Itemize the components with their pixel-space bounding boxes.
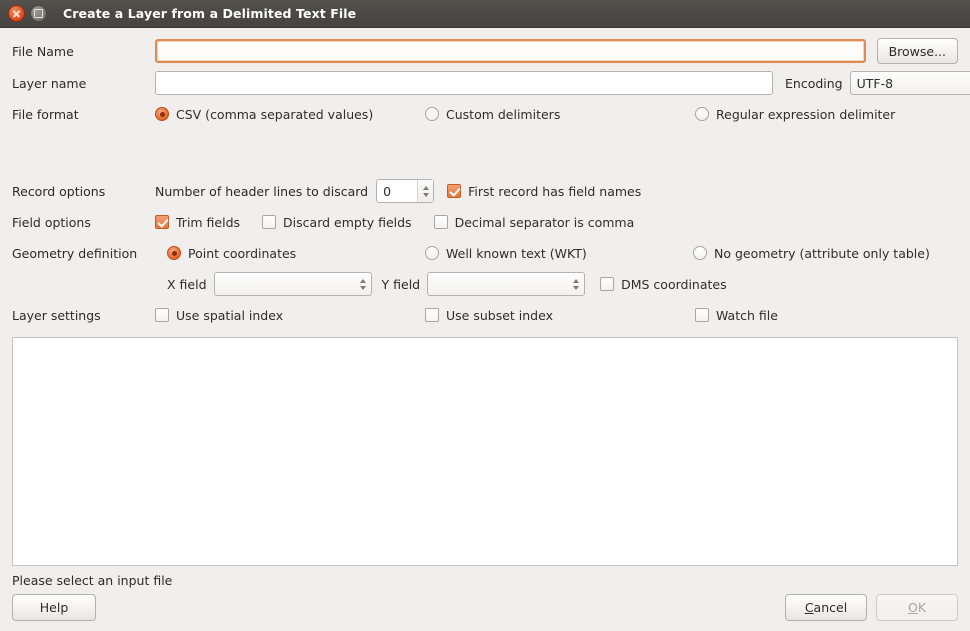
radio-wkt-label: Well known text (WKT) — [446, 245, 587, 261]
help-button[interactable]: Help — [12, 594, 96, 621]
checkbox-use-spatial-index[interactable]: Use spatial index — [155, 308, 425, 323]
checkbox-decimal-separator-indicator[interactable] — [433, 215, 448, 229]
radio-csv-indicator[interactable] — [155, 107, 169, 121]
record-options-row: Record options Number of header lines to… — [12, 179, 958, 203]
radio-regex-delimiter-label: Regular expression delimiter — [716, 106, 896, 122]
layer-settings-label: Layer settings — [12, 307, 101, 323]
checkbox-discard-empty-fields[interactable]: Discard empty fields — [262, 215, 412, 230]
field-options-label: Field options — [12, 214, 91, 230]
radio-point-coordinates[interactable]: Point coordinates — [167, 246, 425, 261]
cancel-mnemonic: C — [804, 600, 814, 615]
spinner-updown-icon[interactable] — [417, 180, 434, 202]
y-field-label: Y field — [381, 276, 421, 292]
field-options-row: Field options Trim fields Discard empty … — [12, 210, 958, 234]
checkbox-discard-empty-fields-indicator[interactable] — [262, 215, 277, 229]
radio-wkt[interactable]: Well known text (WKT) — [425, 246, 693, 261]
x-field-label: X field — [167, 276, 207, 292]
header-lines-label: Number of header lines to discard — [155, 183, 369, 199]
checkbox-use-subset-index-indicator[interactable] — [425, 308, 439, 322]
browse-button[interactable]: Browse... — [876, 38, 958, 64]
dialog-window: Create a Layer from a Delimited Text Fil… — [0, 0, 970, 631]
layer-name-row: Layer name Encoding UTF-8 — [12, 71, 970, 95]
checkbox-trim-fields[interactable]: Trim fields — [155, 215, 240, 230]
layer-name-input[interactable] — [155, 71, 773, 95]
file-name-label: File Name — [12, 43, 74, 59]
radio-regex-delimiter-indicator[interactable] — [695, 107, 709, 121]
radio-custom-delimiters[interactable]: Custom delimiters — [425, 107, 695, 122]
checkbox-first-record[interactable]: First record has field names — [447, 184, 641, 199]
radio-csv[interactable]: CSV (comma separated values) — [155, 107, 425, 122]
header-lines-spinner[interactable]: 0 — [376, 179, 435, 203]
radio-point-coordinates-label: Point coordinates — [188, 245, 297, 261]
checkbox-dms-coordinates-label: DMS coordinates — [621, 276, 727, 292]
checkbox-decimal-separator[interactable]: Decimal separator is comma — [433, 214, 635, 230]
checkbox-use-subset-index[interactable]: Use subset index — [425, 308, 695, 323]
checkbox-trim-fields-label: Trim fields — [176, 214, 241, 230]
layer-name-label: Layer name — [12, 75, 87, 91]
ok-label-rest: K — [917, 600, 927, 615]
window-title: Create a Layer from a Delimited Text Fil… — [63, 6, 357, 21]
file-name-input[interactable] — [155, 39, 866, 63]
radio-custom-delimiters-label: Custom delimiters — [446, 106, 561, 122]
checkbox-use-spatial-index-label: Use spatial index — [176, 307, 284, 323]
cancel-label-rest: ancel — [813, 600, 848, 615]
y-field-combobox[interactable] — [427, 272, 586, 296]
radio-regex-delimiter[interactable]: Regular expression delimiter — [695, 107, 895, 122]
header-lines-value: 0 — [383, 183, 392, 199]
file-format-label: File format — [12, 106, 79, 122]
chevron-updown-icon[interactable] — [355, 273, 371, 295]
layer-settings-row: Layer settings Use spatial index Use sub… — [12, 303, 958, 327]
format-options-spacer — [12, 133, 958, 179]
checkbox-watch-file[interactable]: Watch file — [695, 308, 778, 323]
radio-no-geometry[interactable]: No geometry (attribute only table) — [693, 246, 930, 261]
checkbox-use-subset-index-label: Use subset index — [446, 307, 553, 323]
radio-csv-label: CSV (comma separated values) — [176, 106, 374, 122]
preview-table[interactable] — [12, 337, 958, 566]
checkbox-dms-coordinates-indicator[interactable] — [600, 277, 615, 291]
record-options-label: Record options — [12, 183, 106, 199]
status-message: Please select an input file — [12, 573, 173, 588]
radio-custom-delimiters-indicator[interactable] — [425, 107, 439, 121]
maximize-icon[interactable] — [30, 5, 47, 22]
checkbox-discard-empty-fields-label: Discard empty fields — [283, 214, 412, 230]
file-format-row: File format CSV (comma separated values)… — [12, 102, 958, 126]
encoding-value: UTF-8 — [856, 75, 894, 91]
checkbox-trim-fields-indicator[interactable] — [155, 215, 169, 229]
checkbox-use-spatial-index-indicator[interactable] — [155, 308, 169, 322]
geometry-definition-label: Geometry definition — [12, 245, 138, 261]
checkbox-dms-coordinates[interactable]: DMS coordinates — [600, 277, 727, 292]
checkbox-first-record-indicator[interactable] — [447, 184, 462, 198]
title-bar: Create a Layer from a Delimited Text Fil… — [0, 0, 970, 28]
file-name-row: File Name Browse... — [12, 38, 958, 64]
radio-wkt-indicator[interactable] — [425, 246, 439, 260]
checkbox-decimal-separator-label: Decimal separator is comma — [454, 214, 635, 230]
dialog-footer: Help Cancel OK — [12, 594, 958, 631]
checkbox-first-record-label: First record has field names — [468, 183, 642, 199]
chevron-updown-icon[interactable] — [568, 273, 584, 295]
radio-no-geometry-indicator[interactable] — [693, 246, 707, 260]
x-field-combobox[interactable] — [213, 272, 372, 296]
ok-button[interactable]: OK — [876, 594, 958, 621]
ok-mnemonic: O — [907, 600, 918, 615]
geometry-definition-row: Geometry definition Point coordinates We… — [12, 241, 958, 265]
radio-no-geometry-label: No geometry (attribute only table) — [714, 245, 930, 261]
checkbox-watch-file-label: Watch file — [716, 307, 778, 323]
xy-field-row: X field Y field DMS coordinates — [12, 272, 958, 296]
close-icon[interactable] — [8, 5, 25, 22]
checkbox-watch-file-indicator[interactable] — [695, 308, 709, 322]
dialog-body: File Name Browse... Layer name Encoding … — [0, 28, 970, 631]
cancel-button[interactable]: Cancel — [785, 594, 867, 621]
radio-point-coordinates-indicator[interactable] — [167, 246, 181, 260]
encoding-combobox[interactable]: UTF-8 — [849, 71, 970, 95]
encoding-label: Encoding — [785, 75, 843, 91]
